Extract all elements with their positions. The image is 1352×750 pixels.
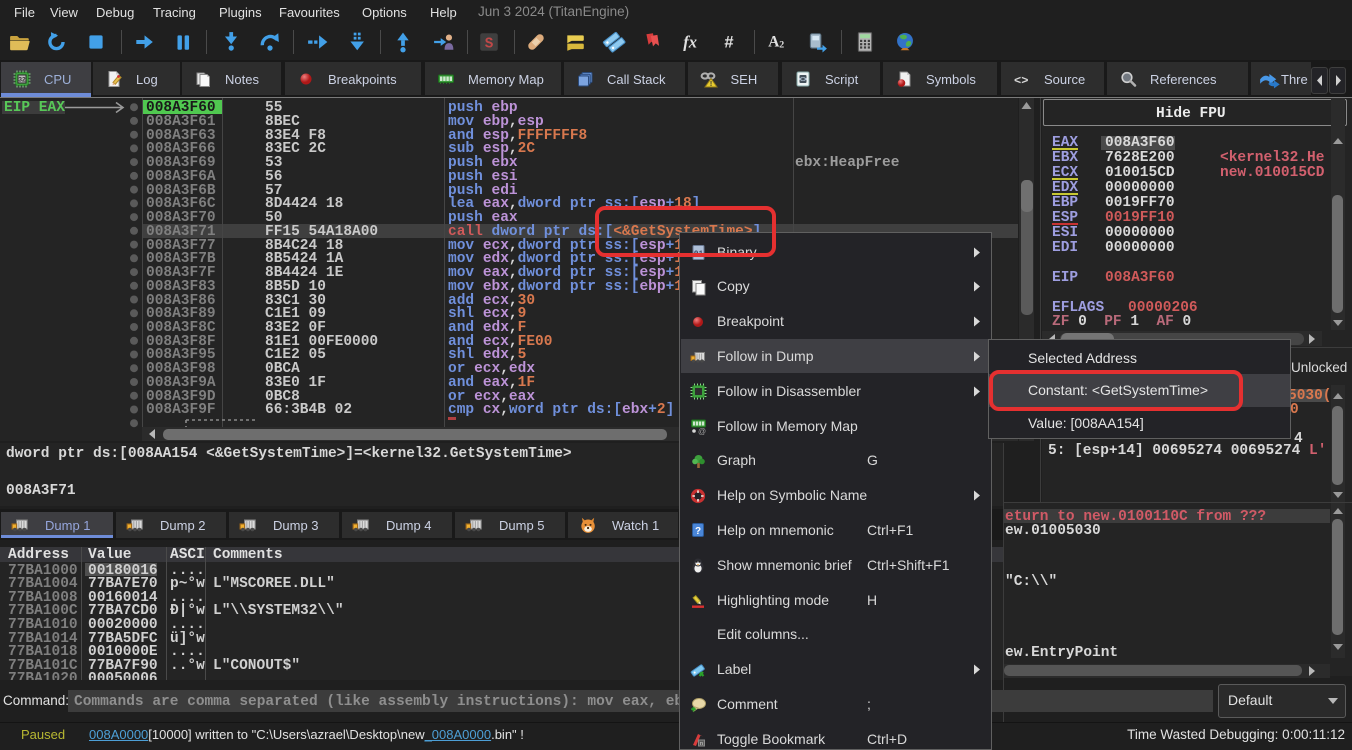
svg-text:!: ! [709,81,711,88]
svg-text:?: ? [695,526,701,537]
svg-text:n: n [700,741,703,747]
svg-text:@: @ [698,427,706,436]
svg-text:<>: <> [1014,74,1028,88]
svg-text:#: # [724,34,733,52]
svg-text:S: S [485,37,494,53]
svg-text:<>: <> [799,77,807,85]
svg-text:A: A [768,33,779,50]
svg-text:2: 2 [779,40,784,51]
svg-text:fx: fx [683,33,697,52]
